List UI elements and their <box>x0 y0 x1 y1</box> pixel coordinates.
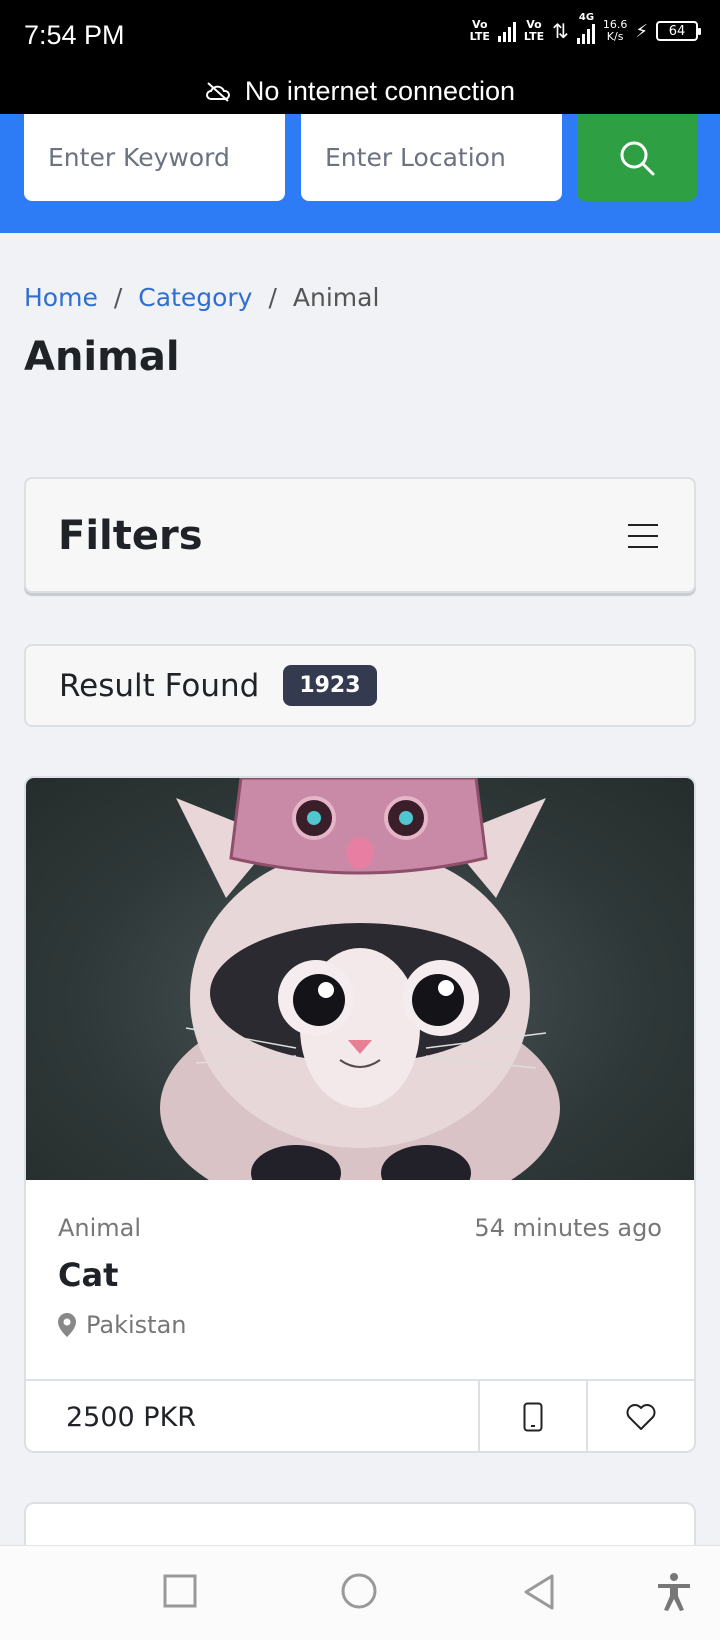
breadcrumb-home[interactable]: Home <box>24 283 98 312</box>
banner-text: No internet connection <box>244 76 516 106</box>
listing-time: 54 minutes ago <box>474 1214 662 1242</box>
heart-icon <box>626 1404 656 1430</box>
cloud-off-icon <box>205 81 230 102</box>
signal-icon <box>497 20 516 42</box>
recents-icon[interactable] <box>163 1574 197 1608</box>
result-label: Result Found <box>59 667 260 704</box>
hamburger-menu-icon[interactable] <box>628 524 658 548</box>
system-nav-bar <box>0 1545 720 1640</box>
breadcrumb-separator: / <box>268 283 277 312</box>
phone-icon <box>523 1402 543 1432</box>
listing-location: Pakistan <box>58 1311 187 1339</box>
net-speed: 16.6 K/s <box>602 18 628 43</box>
breadcrumb-category[interactable]: Category <box>138 283 252 312</box>
favorite-button[interactable] <box>586 1381 694 1451</box>
breadcrumb: Home / Category / Animal <box>24 283 379 312</box>
charging-icon: ⚡ <box>635 20 648 42</box>
location-placeholder: Enter Location <box>325 143 506 172</box>
result-summary: Result Found 1923 <box>24 644 696 727</box>
volte-icon: Vo LTE <box>469 18 490 43</box>
search-icon <box>620 141 655 175</box>
listing-card[interactable]: Animal 54 minutes ago Cat Pakistan 2500 … <box>24 776 696 1453</box>
clock: 7:54 PM <box>24 20 125 50</box>
filters-title: Filters <box>58 513 203 559</box>
listing-image[interactable] <box>26 778 694 1218</box>
home-icon[interactable] <box>340 1572 378 1610</box>
search-button[interactable] <box>577 114 697 201</box>
listing-price: 2500 PKR <box>66 1401 197 1433</box>
call-button[interactable] <box>478 1381 586 1451</box>
search-header: Enter Keyword Enter Location <box>0 114 720 233</box>
keyword-input[interactable]: Enter Keyword <box>24 114 285 201</box>
keyword-placeholder: Enter Keyword <box>48 143 230 172</box>
filters-panel[interactable]: Filters <box>24 477 696 593</box>
status-icons: Vo LTE Vo LTE ⇅ 4G 16.6 K/s ⚡ 64 <box>469 12 701 44</box>
breadcrumb-current: Animal <box>292 283 380 312</box>
status-bar: 7:54 PM Vo LTE Vo LTE ⇅ 4G 16.6 K/s ⚡ 64 No… <box>0 0 720 114</box>
page-title: Animal <box>24 334 180 380</box>
location-text: Pakistan <box>86 1311 187 1339</box>
result-count-badge: 1923 <box>283 665 377 706</box>
battery-level: 64 <box>668 23 686 39</box>
no-internet-banner: No internet connection <box>0 76 720 107</box>
volte-icon-2: Vo LTE <box>523 18 545 43</box>
location-input[interactable]: Enter Location <box>301 114 562 201</box>
map-pin-icon <box>58 1313 76 1337</box>
network-type-label: 4G <box>578 12 595 23</box>
breadcrumb-separator: / <box>113 283 123 312</box>
cat-illustration <box>160 778 560 1218</box>
back-icon[interactable] <box>522 1574 556 1610</box>
signal-4g-icon: 4G <box>576 12 595 44</box>
listing-footer: 2500 PKR <box>26 1379 694 1451</box>
listing-title[interactable]: Cat <box>58 1256 118 1294</box>
data-arrows-icon: ⇅ <box>552 19 569 43</box>
accessibility-icon[interactable] <box>656 1572 692 1612</box>
listing-category: Animal <box>58 1214 142 1242</box>
battery-icon: 64 <box>656 21 701 41</box>
